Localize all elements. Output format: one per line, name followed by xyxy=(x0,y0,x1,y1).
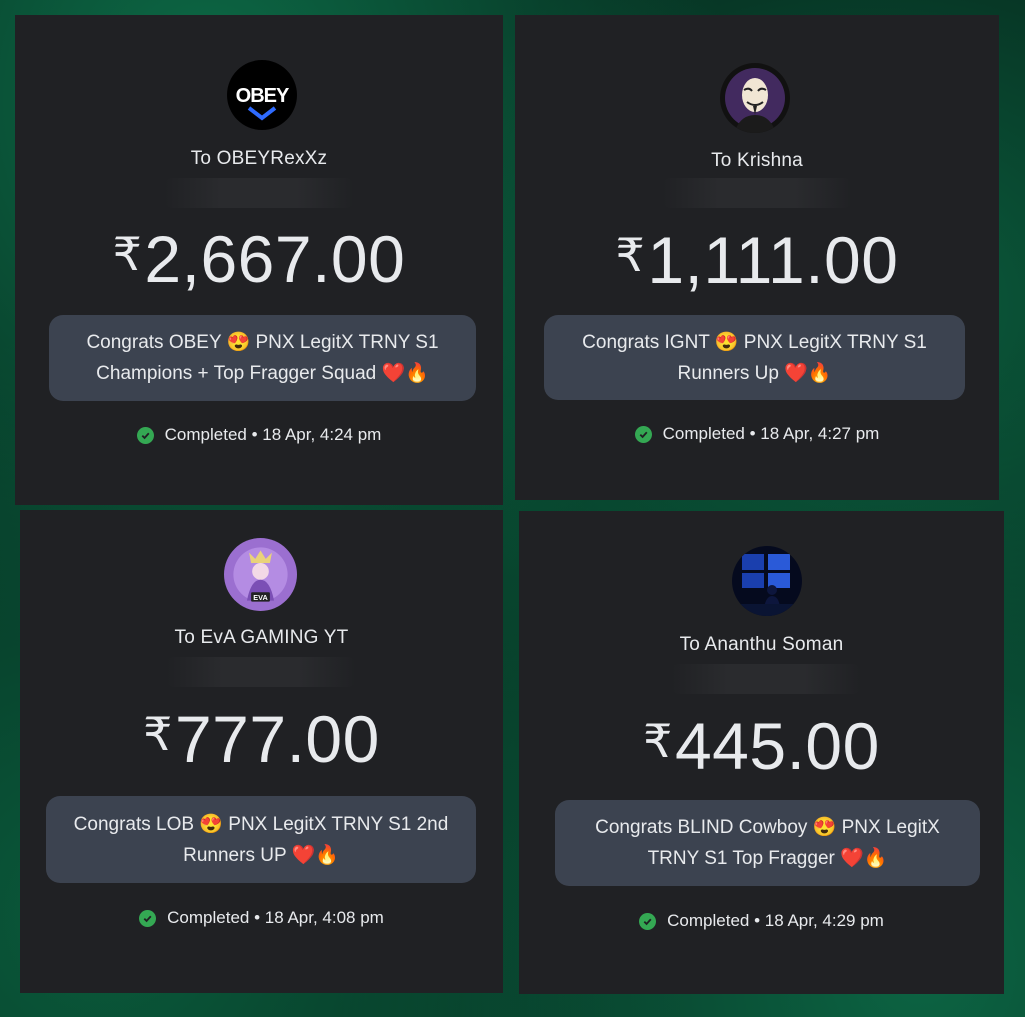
payment-note: Congrats IGNT 😍 PNX LegitX TRNY S1 Runne… xyxy=(544,315,965,400)
payment-card-krishna[interactable]: To Krishna ₹1,111.00 Congrats IGNT 😍 PNX… xyxy=(515,15,999,500)
amount-value: 2,667.00 xyxy=(144,222,406,296)
payment-status: Completed • 18 Apr, 4:27 pm xyxy=(515,424,999,444)
status-text: Completed • 18 Apr, 4:27 pm xyxy=(662,424,880,443)
redacted-upi-id xyxy=(164,178,354,208)
status-text: Completed • 18 Apr, 4:29 pm xyxy=(667,911,884,930)
payment-note: Congrats BLIND Cowboy 😍 PNX LegitX TRNY … xyxy=(555,800,980,886)
payment-card-obey[interactable]: OBEY To OBEYRexXz ₹2,667.00 Congrats OBE… xyxy=(15,15,503,505)
payment-status: Completed • 18 Apr, 4:08 pm xyxy=(20,908,503,928)
amount-value: 445.00 xyxy=(674,709,880,783)
recipient-name: To EvA GAMING YT xyxy=(174,627,349,648)
recipient-name: To OBEYRexXz xyxy=(190,148,328,169)
check-circle-icon xyxy=(136,426,154,444)
redacted-upi-id xyxy=(166,657,356,687)
eva-gaming-avatar: EVA xyxy=(224,538,297,611)
recipient-name: To Krishna xyxy=(711,150,803,171)
redacted-upi-id xyxy=(662,178,852,208)
night-room-avatar xyxy=(732,546,802,616)
svg-text:EVA: EVA xyxy=(253,593,268,602)
amount-value: 1,111.00 xyxy=(647,223,899,297)
check-circle-icon xyxy=(639,912,657,930)
payment-note: Congrats OBEY 😍 PNX LegitX TRNY S1 Champ… xyxy=(49,315,476,401)
rupee-symbol: ₹ xyxy=(112,228,143,280)
check-circle-icon xyxy=(634,425,652,443)
payment-status: Completed • 18 Apr, 4:29 pm xyxy=(519,911,1004,931)
rupee-symbol: ₹ xyxy=(143,708,173,760)
rupee-symbol: ₹ xyxy=(615,229,646,281)
payment-status: Completed • 18 Apr, 4:24 pm xyxy=(15,425,503,445)
rupee-symbol: ₹ xyxy=(643,715,673,767)
payment-amount: ₹1,111.00 xyxy=(515,227,999,293)
payment-amount: ₹2,667.00 xyxy=(15,226,503,292)
redacted-upi-id xyxy=(671,664,861,694)
masked-face-avatar xyxy=(720,63,790,133)
payment-card-eva[interactable]: EVA To EvA GAMING YT ₹777.00 Congrats LO… xyxy=(20,510,503,993)
obey-logo-avatar: OBEY xyxy=(227,60,297,130)
amount-value: 777.00 xyxy=(174,702,380,776)
payment-amount: ₹445.00 xyxy=(519,713,1004,779)
check-circle-icon xyxy=(139,909,157,927)
payment-note: Congrats LOB 😍 PNX LegitX TRNY S1 2nd Ru… xyxy=(46,796,476,883)
status-text: Completed • 18 Apr, 4:24 pm xyxy=(164,425,382,444)
status-text: Completed • 18 Apr, 4:08 pm xyxy=(167,908,384,927)
payment-amount: ₹777.00 xyxy=(20,706,503,772)
svg-text:OBEY: OBEY xyxy=(236,85,290,107)
recipient-name: To Ananthu Soman xyxy=(679,634,844,655)
payment-card-ananthu[interactable]: To Ananthu Soman ₹445.00 Congrats BLIND … xyxy=(519,511,1004,994)
